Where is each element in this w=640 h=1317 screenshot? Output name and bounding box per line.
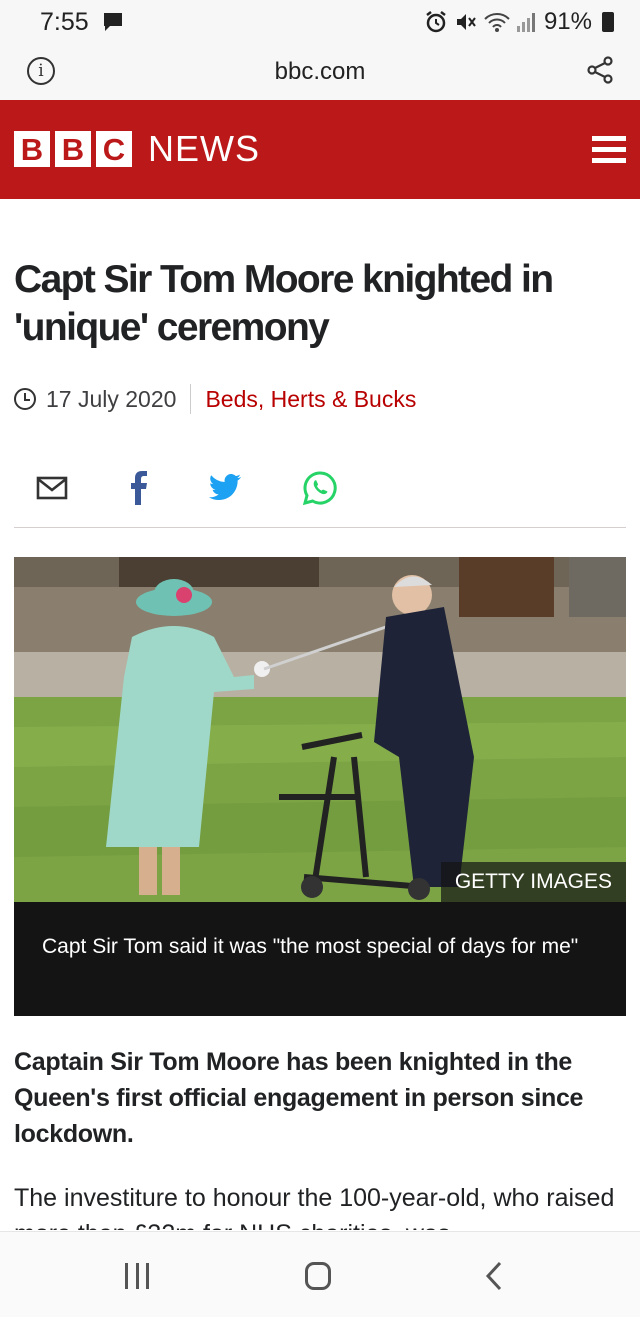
article-lead: Captain Sir Tom Moore has been knighted … [14,1048,584,1148]
share-divider [14,527,626,528]
wifi-icon [484,13,510,32]
article-headline: Capt Sir Tom Moore knighted in 'unique' … [14,258,554,349]
alarm-icon [426,11,446,33]
system-nav-bar [0,1231,640,1317]
article-image[interactable]: GETTY IMAGES [14,557,626,902]
share-icon[interactable] [586,56,614,89]
share-tools [36,470,398,511]
twitter-icon[interactable] [208,473,242,507]
signal-icon [516,13,535,32]
bbc-logo[interactable]: B B C [14,131,132,167]
battery-percent: 91% [543,8,592,35]
recent-apps-icon[interactable] [125,1263,149,1289]
message-notification-icon [102,12,124,37]
status-bar: 7:55 91% [0,0,640,44]
logo-letter: B [14,131,50,167]
image-credit: GETTY IMAGES [440,862,626,902]
news-wordmark[interactable]: NEWS [148,128,260,170]
article-meta: 17 July 2020 Beds, Herts & Bucks [14,384,416,414]
image-caption: Capt Sir Tom said it was "the most speci… [14,902,626,1016]
logo-letter: B [55,131,91,167]
whatsapp-icon[interactable] [302,470,338,511]
status-time: 7:55 [40,8,89,36]
home-icon[interactable] [305,1262,331,1290]
knighting-ceremony-illustration [14,557,626,902]
back-icon[interactable] [484,1260,504,1297]
menu-icon[interactable] [592,136,626,164]
meta-divider [190,384,192,414]
article-location-link[interactable]: Beds, Herts & Bucks [205,386,416,413]
article-body: The investiture to honour the 100-year-o… [14,1184,615,1230]
battery-icon [602,12,614,32]
mute-icon [456,14,476,30]
email-icon[interactable] [36,476,68,505]
status-icons: 91% [424,8,614,36]
clock-icon [14,388,36,410]
logo-letter: C [96,131,132,167]
browser-url-bar: i bbc.com [0,44,640,100]
facebook-icon[interactable] [128,471,148,510]
url-text[interactable]: bbc.com [0,58,640,86]
article-date: 17 July 2020 [46,385,177,412]
